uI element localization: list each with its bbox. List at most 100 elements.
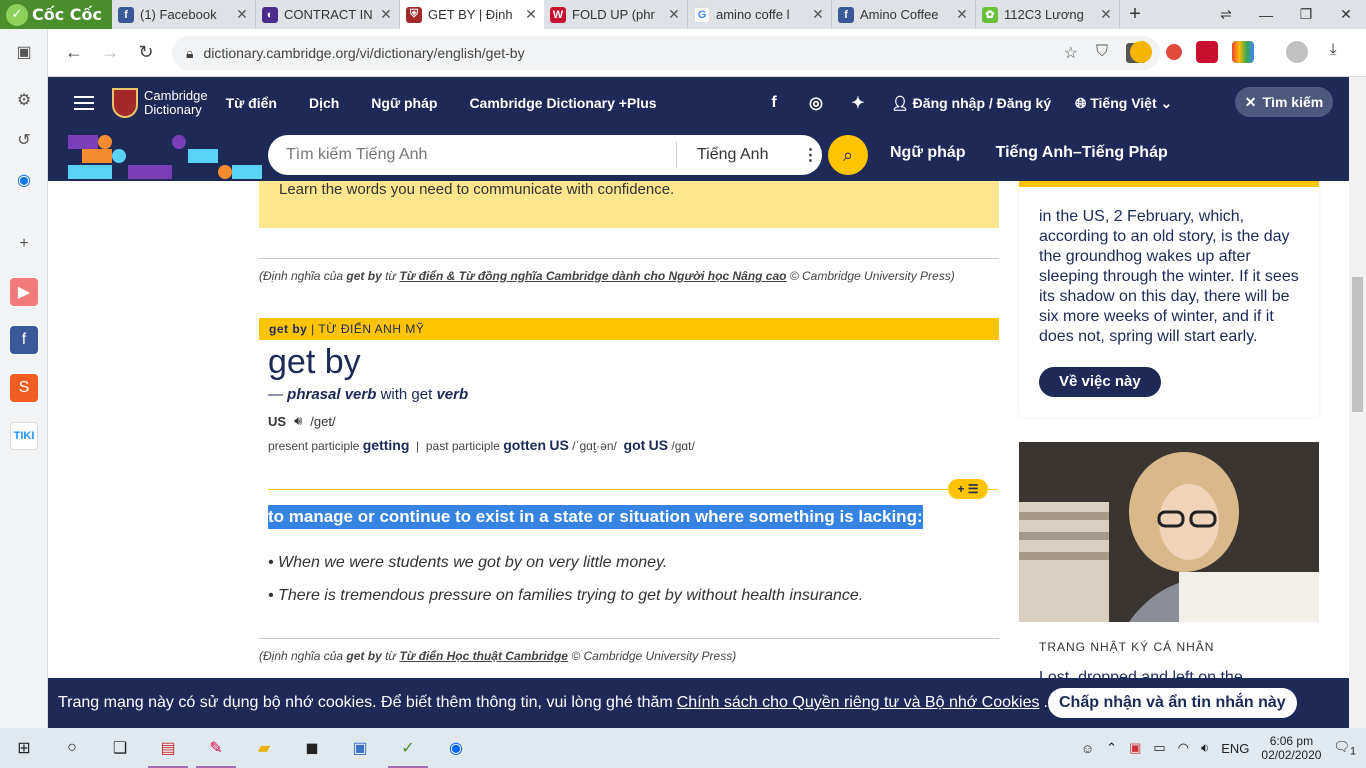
tab-get-by[interactable]: ⛨ GET BY | Định ✕: [400, 0, 544, 29]
volume-icon[interactable]: 🔉︎: [1201, 740, 1209, 756]
extension-icon[interactable]: [1232, 41, 1254, 63]
url-field[interactable]: 🔒︎ dictionary.cambridge.org/vi/dictionar…: [172, 36, 1160, 70]
adblock-icon[interactable]: [1166, 44, 1182, 60]
notification-count: 1: [1349, 745, 1356, 758]
sidebar-toggle-icon[interactable]: ▣: [10, 38, 38, 66]
site-logo-text: Cambridge Dictionary: [144, 89, 208, 117]
extension-icon[interactable]: [1196, 41, 1218, 63]
nav-dictionary[interactable]: Từ điển: [226, 95, 277, 111]
close-icon[interactable]: ✕: [235, 6, 249, 23]
facebook-icon[interactable]: f: [10, 326, 38, 354]
bookmark-star-icon[interactable]: ☆: [1064, 43, 1078, 63]
settings-icon[interactable]: ⚙: [10, 86, 38, 114]
login-link[interactable]: 👤︎ Đăng nhập / Đăng ký: [891, 95, 1051, 112]
tab-contract-in[interactable]: ◐ CONTRACT IN ✕: [256, 0, 400, 29]
search-toggle-button[interactable]: ✕ Tìm kiếm: [1235, 87, 1333, 117]
show-hidden-icons[interactable]: ⌃: [1106, 740, 1117, 756]
cambridge-shield-icon: [112, 88, 138, 118]
credit-source-link[interactable]: Từ điển & Từ đồng nghĩa Cambridge dành c…: [399, 269, 786, 283]
history-icon[interactable]: ↺: [10, 126, 38, 154]
example-sentence: • When we were students we got by on ver…: [268, 554, 668, 571]
file-explorer-icon[interactable]: ▰: [240, 728, 288, 768]
app-icon[interactable]: ◼: [288, 728, 336, 768]
input-language[interactable]: ENG: [1221, 741, 1249, 756]
link-english-french[interactable]: Tiếng Anh–Tiếng Pháp: [996, 144, 1168, 162]
close-icon[interactable]: ✕: [1099, 6, 1113, 23]
instagram-icon[interactable]: ◎: [807, 93, 825, 113]
downloads-icon[interactable]: ⤓: [1322, 41, 1344, 63]
credit-source-link[interactable]: Từ điển Học thuật Cambridge: [399, 649, 568, 663]
close-icon[interactable]: ✕: [811, 6, 825, 23]
region-label: US: [268, 413, 287, 429]
cookie-accept-button[interactable]: Chấp nhận và ẩn tin nhắn này: [1048, 688, 1297, 718]
app-icon[interactable]: ▣: [336, 728, 384, 768]
twitter-icon[interactable]: ✦: [849, 93, 867, 113]
app-tray-icon[interactable]: ▣: [1129, 740, 1141, 756]
shield-icon[interactable]: ⛉: [1096, 43, 1108, 63]
tiki-icon[interactable]: TIKI: [10, 422, 38, 450]
about-this-button[interactable]: Về việc này: [1039, 367, 1161, 397]
menu-icon[interactable]: [74, 92, 94, 114]
reload-button[interactable]: ↻: [128, 42, 164, 63]
blog-image[interactable]: [1019, 442, 1319, 622]
zalo-icon[interactable]: ◉: [432, 728, 480, 768]
tab-amino-facebook[interactable]: f Amino Coffee ✕: [832, 0, 976, 29]
add-to-wordlist-button[interactable]: + ☰: [948, 479, 988, 499]
search-input[interactable]: Tìm kiếm Tiếng Anh Tiếng Anh ⋮: [268, 135, 822, 175]
search-language-select[interactable]: Tiếng Anh ⋮: [676, 142, 822, 168]
nav-translate[interactable]: Dịch: [309, 95, 339, 111]
close-window-button[interactable]: ✕: [1326, 0, 1366, 29]
tab-title: FOLD UP (phr: [572, 7, 655, 22]
profile-avatar[interactable]: [1286, 41, 1308, 63]
speaker-icon[interactable]: 🔊︎: [294, 413, 302, 429]
cookie-policy-link[interactable]: Chính sách cho Quyền riêng tư và Bộ nhớ …: [677, 694, 1040, 712]
nav-grammar[interactable]: Ngữ pháp: [371, 95, 437, 111]
messenger-icon[interactable]: ◉: [10, 166, 38, 194]
app-icon[interactable]: ✎: [192, 728, 240, 768]
tab-facebook[interactable]: f (1) Facebook ✕: [112, 0, 256, 29]
minimize-button[interactable]: —: [1246, 0, 1286, 29]
browser-brand-button[interactable]: ✓ Cốc Cốc: [0, 0, 112, 29]
add-panel-icon[interactable]: +: [10, 230, 38, 258]
facebook-icon: f: [838, 6, 854, 23]
pos-label: phrasal verb: [287, 386, 377, 403]
close-icon[interactable]: ✕: [524, 6, 538, 23]
page-scrollbar[interactable]: [1349, 77, 1366, 728]
tab-amino-google[interactable]: G amino coffe l ✕: [688, 0, 832, 29]
site-logo[interactable]: Cambridge Dictionary: [112, 88, 208, 118]
youtube-icon[interactable]: ▶: [10, 278, 38, 306]
nav-plus[interactable]: Cambridge Dictionary +Plus: [469, 95, 656, 111]
back-button[interactable]: ←: [56, 42, 92, 63]
shopee-icon[interactable]: S: [10, 374, 38, 402]
search-language-label: Tiếng Anh: [697, 146, 769, 163]
scrollbar-thumb[interactable]: [1352, 277, 1363, 412]
facebook-icon[interactable]: f: [765, 94, 783, 112]
wifi-icon[interactable]: ◠: [1178, 740, 1189, 756]
clock[interactable]: 6:06 pm 02/02/2020: [1261, 734, 1321, 762]
new-tab-button[interactable]: +: [1120, 0, 1150, 29]
extension-icon[interactable]: [1130, 41, 1152, 63]
coccoc-browser-icon[interactable]: ✓: [384, 728, 432, 768]
app-icon[interactable]: ▤: [144, 728, 192, 768]
blog-title[interactable]: Lost, dropped and left on the: [1039, 669, 1243, 678]
battery-icon[interactable]: ▭: [1153, 740, 1165, 756]
close-icon[interactable]: ✕: [667, 6, 681, 23]
link-grammar[interactable]: Ngữ pháp: [890, 144, 966, 162]
tab-fold-up[interactable]: W FOLD UP (phr ✕: [544, 0, 688, 29]
task-view-icon[interactable]: ❏: [96, 728, 144, 768]
restore-tabs-icon[interactable]: ⇌: [1206, 0, 1246, 29]
windows-start-icon[interactable]: ⊞: [0, 728, 48, 768]
language-select[interactable]: 🌐︎ Tiếng Việt ⌄: [1075, 95, 1172, 112]
maximize-button[interactable]: ❐: [1286, 0, 1326, 29]
close-icon[interactable]: ✕: [955, 6, 969, 23]
tab-112c3[interactable]: ✿ 112C3 Lương ✕: [976, 0, 1120, 29]
close-icon[interactable]: ✕: [379, 6, 393, 23]
people-icon[interactable]: ☺: [1081, 741, 1094, 756]
sense-divider: [268, 489, 998, 490]
credit-prefix: (Định nghĩa của: [259, 269, 344, 283]
search-submit-button[interactable]: ⌕: [828, 135, 868, 175]
site-favicon-icon: ◐: [262, 6, 278, 23]
cortana-search-icon[interactable]: ○: [48, 728, 96, 768]
forward-button[interactable]: →: [92, 42, 128, 63]
notifications-icon[interactable]: 🗨︎1: [1333, 739, 1356, 758]
